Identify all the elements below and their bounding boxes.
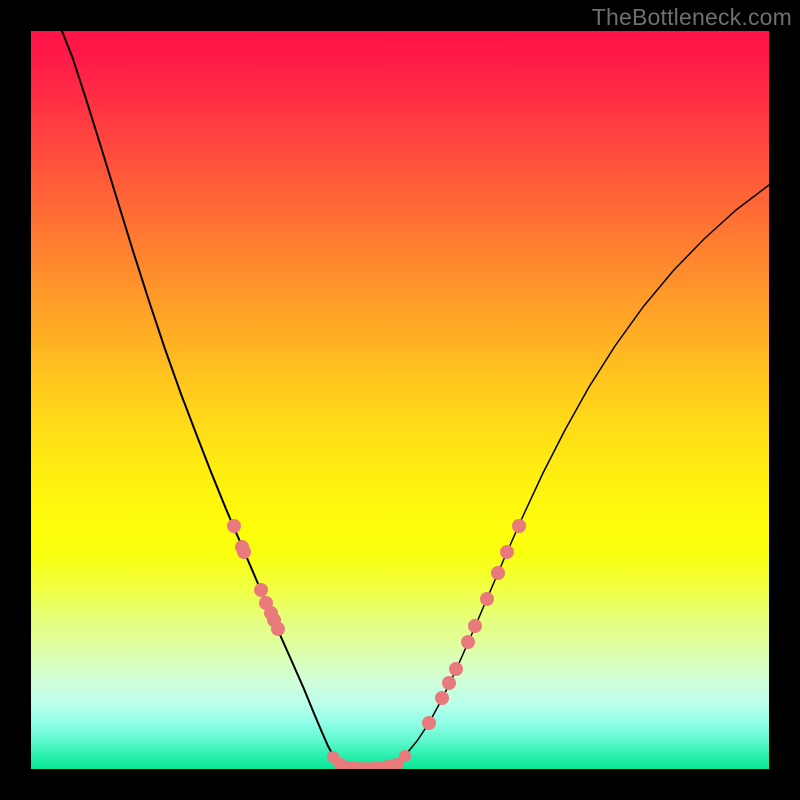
data-marker [435, 691, 449, 705]
data-marker [449, 662, 463, 676]
data-marker [512, 519, 526, 533]
data-marker [271, 622, 285, 636]
data-marker [399, 750, 411, 762]
plot-area [31, 31, 769, 769]
data-marker [422, 716, 436, 730]
curves-svg [31, 31, 769, 769]
bottom-markers [327, 750, 411, 769]
watermark-text: TheBottleneck.com [592, 4, 792, 31]
chart-frame: TheBottleneck.com [0, 0, 800, 800]
data-marker [254, 583, 268, 597]
right-markers [422, 519, 526, 730]
data-marker [468, 619, 482, 633]
data-marker [227, 519, 241, 533]
left-curve [62, 31, 353, 768]
data-marker [480, 592, 494, 606]
data-marker [442, 676, 456, 690]
data-marker [491, 566, 505, 580]
data-marker [500, 545, 514, 559]
data-marker [461, 635, 475, 649]
data-marker [237, 545, 251, 559]
right-curve [384, 185, 769, 767]
